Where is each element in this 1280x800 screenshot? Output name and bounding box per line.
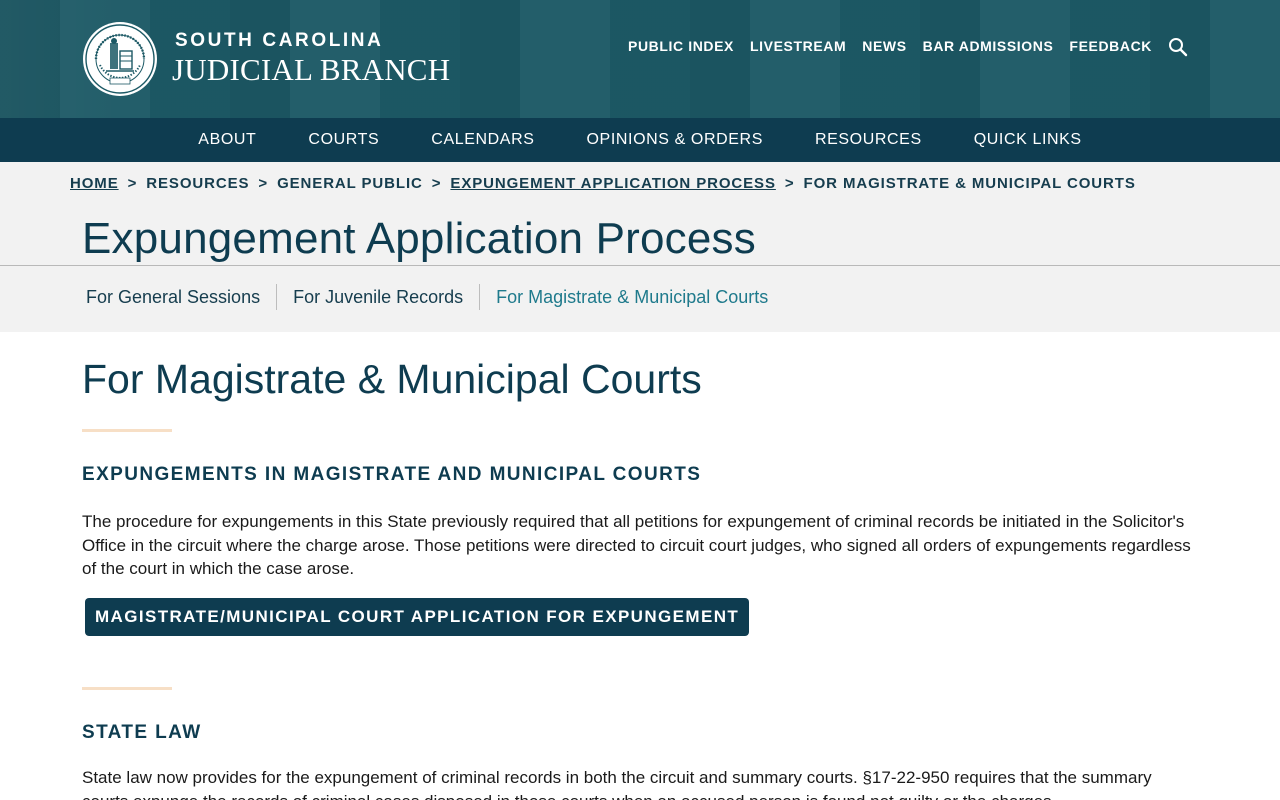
divider [0,265,1280,266]
page-title: Expungement Application Process [82,214,756,263]
section-subnav: For General Sessions For Juvenile Record… [70,284,784,310]
brand-state-name[interactable]: SOUTH CAROLINA [175,30,383,52]
utility-nav: PUBLIC INDEX LIVESTREAM NEWS BAR ADMISSI… [628,36,1188,57]
breadcrumb-separator: > [258,175,269,192]
breadcrumb-resources[interactable]: RESOURCES [146,175,249,192]
utility-link-bar-admissions[interactable]: BAR ADMISSIONS [923,38,1054,54]
section-body-state-law: State law now provides for the expungeme… [82,768,1152,800]
search-icon [1169,38,1188,57]
subnav-item-magistrate-municipal[interactable]: For Magistrate & Municipal Courts [480,287,784,308]
breadcrumb-separator: > [127,175,138,192]
nav-item-opinions-orders[interactable]: OPINIONS & ORDERS [587,131,763,149]
main-nav: ABOUT COURTS CALENDARS OPINIONS & ORDERS… [0,118,1280,162]
site-header: SOUTH CAROLINA JUDICIAL BRANCH PUBLIC IN… [0,0,1280,118]
breadcrumb-current: FOR MAGISTRATE & MUNICIPAL COURTS [803,175,1136,192]
supreme-court-seal-icon[interactable] [82,21,158,97]
section-title-expungements: EXPUNGEMENTS IN MAGISTRATE AND MUNICIPAL… [82,464,702,485]
accent-rule [82,687,172,690]
utility-link-public-index[interactable]: PUBLIC INDEX [628,38,734,54]
search-button[interactable] [1168,37,1188,57]
breadcrumb-general-public[interactable]: GENERAL PUBLIC [277,175,423,192]
utility-link-news[interactable]: NEWS [862,38,906,54]
utility-link-livestream[interactable]: LIVESTREAM [750,38,846,54]
accent-rule [82,429,172,432]
breadcrumb-expungement-process[interactable]: EXPUNGEMENT APPLICATION PROCESS [450,175,775,192]
content-heading: For Magistrate & Municipal Courts [82,356,702,402]
page-title-band: HOME > RESOURCES > GENERAL PUBLIC > EXPU… [0,162,1280,332]
breadcrumb-separator: > [431,175,442,192]
section-body-expungements: The procedure for expungements in this S… [82,512,1191,578]
application-for-expungement-button[interactable]: MAGISTRATE/MUNICIPAL COURT APPLICATION F… [85,598,750,636]
breadcrumb-separator: > [784,175,795,192]
nav-item-courts[interactable]: COURTS [308,131,379,149]
nav-item-resources[interactable]: RESOURCES [815,131,922,149]
main-content: For Magistrate & Municipal Courts EXPUNG… [0,332,1280,800]
utility-link-feedback[interactable]: FEEDBACK [1069,38,1152,54]
nav-item-quick-links[interactable]: QUICK LINKS [974,131,1082,149]
breadcrumb: HOME > RESOURCES > GENERAL PUBLIC > EXPU… [70,175,1136,192]
breadcrumb-home[interactable]: HOME [70,175,119,192]
nav-item-about[interactable]: ABOUT [198,131,256,149]
subnav-item-juvenile-records[interactable]: For Juvenile Records [277,287,479,308]
subnav-item-general-sessions[interactable]: For General Sessions [70,287,276,308]
section-title-state-law: STATE LAW [82,722,202,743]
nav-item-calendars[interactable]: CALENDARS [431,131,534,149]
brand-branch-name[interactable]: JUDICIAL BRANCH [172,52,450,88]
